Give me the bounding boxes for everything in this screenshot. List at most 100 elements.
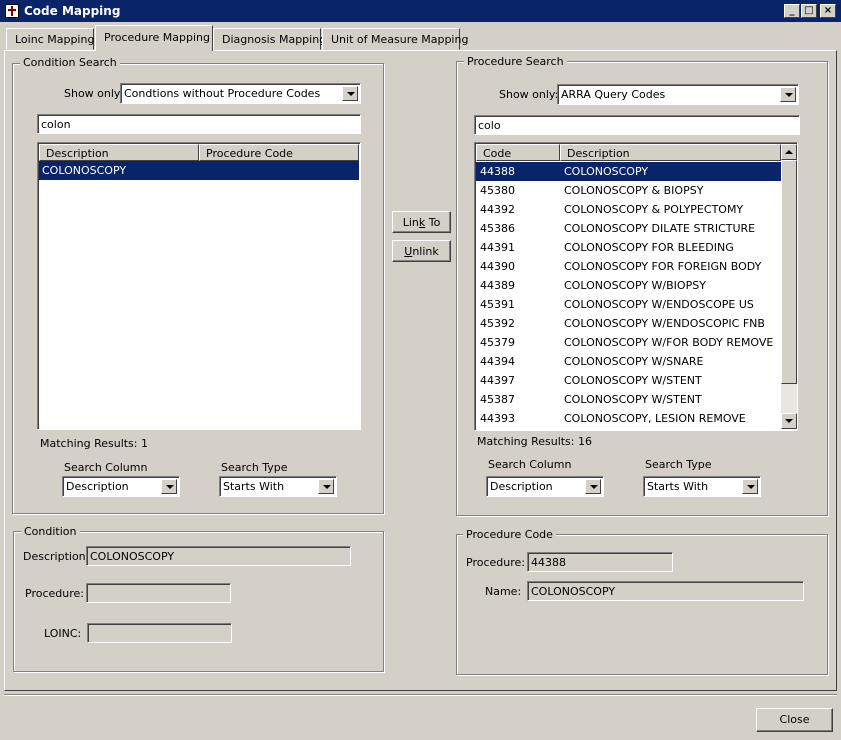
condition-description-field[interactable]: COLONOSCOPY [86, 546, 351, 566]
row-description: COLONOSCOPY W/ENDOSCOPIC FNB [564, 317, 765, 330]
condition-loinc-field[interactable] [87, 623, 232, 643]
row-description: COLONOSCOPY W/FOR BODY REMOVE [564, 336, 774, 349]
row-code: 45387 [480, 393, 515, 406]
condition-search-legend: Condition Search [20, 56, 120, 69]
tab-diagnosis-mapping[interactable]: Diagnosis Mapping [213, 28, 326, 50]
tab-procedure-mapping[interactable]: Procedure Mapping [95, 25, 213, 51]
tab-loinc-mapping[interactable]: Loinc Mapping [6, 28, 94, 50]
procedure-search-legend: Procedure Search [464, 55, 567, 68]
list-item[interactable]: 45380 COLONOSCOPY & BIOPSY [476, 181, 781, 200]
list-item[interactable]: 44391 COLONOSCOPY FOR BLEEDING [476, 238, 781, 257]
window-title: Code Mapping [24, 4, 121, 18]
procedure-search-input[interactable]: colo [474, 115, 800, 135]
list-item[interactable]: 44394 COLONOSCOPY W/SNARE [476, 352, 781, 371]
condition-procedure-field[interactable] [86, 583, 231, 603]
condition-search-column-label: Search Column [64, 461, 148, 474]
condition-search-column-select[interactable]: Description [62, 476, 180, 497]
row-description: COLONOSCOPY, LESION REMOVE [564, 412, 746, 425]
chevron-down-icon[interactable] [318, 479, 334, 494]
column-header-procedure-code[interactable]: Procedure Code [199, 144, 359, 161]
list-item[interactable]: 44392 COLONOSCOPY & POLYPECTOMY [476, 200, 781, 219]
scroll-down-arrow-icon [785, 419, 793, 423]
row-description: COLONOSCOPY & BIOPSY [564, 184, 704, 197]
minimize-icon: _ [789, 5, 795, 16]
procedure-search-type-value: Starts With [647, 480, 709, 493]
row-code: 44397 [480, 374, 515, 387]
list-item[interactable]: 44390 COLONOSCOPY FOR FOREIGN BODY [476, 257, 781, 276]
list-item[interactable]: 45379 COLONOSCOPY W/FOR BODY REMOVE [476, 333, 781, 352]
condition-show-only-select[interactable]: Condtions without Procedure Codes [120, 83, 361, 104]
condition-results-list[interactable]: Description Procedure Code COLONOSCOPY [37, 142, 361, 430]
list-item[interactable]: 45386 COLONOSCOPY DILATE STRICTURE [476, 219, 781, 238]
column-header-code[interactable]: Code [476, 144, 560, 161]
procedure-matching-results: Matching Results: 16 [477, 435, 592, 448]
list-item[interactable]: COLONOSCOPY [39, 161, 359, 180]
row-description: COLONOSCOPY FOR BLEEDING [564, 241, 734, 254]
vertical-scrollbar[interactable] [781, 144, 797, 429]
scroll-thumb[interactable] [781, 160, 797, 384]
procedure-code-procedure-label: Procedure: [466, 556, 525, 569]
close-button[interactable]: Close [756, 708, 833, 732]
link-to-label-pre: Lin [402, 216, 419, 229]
close-window-button[interactable]: × [820, 4, 836, 18]
list-item[interactable]: 45392 COLONOSCOPY W/ENDOSCOPIC FNB [476, 314, 781, 333]
list-item[interactable]: 45387 COLONOSCOPY W/STENT [476, 390, 781, 409]
scroll-up-arrow-icon [785, 150, 793, 154]
footer-divider-highlight [4, 695, 837, 696]
row-code: 44388 [480, 165, 515, 178]
list-item[interactable]: 44393 COLONOSCOPY, LESION REMOVE [476, 409, 781, 428]
procedure-code-procedure-field[interactable]: 44388 [527, 552, 673, 572]
row-description: COLONOSCOPY W/BIOPSY [564, 279, 706, 292]
link-to-button[interactable]: Link To [392, 211, 451, 233]
list-item[interactable]: 45391 COLONOSCOPY W/ENDOSCOPE US [476, 295, 781, 314]
maximize-button[interactable]: □ [801, 4, 817, 18]
row-code: 45380 [480, 184, 515, 197]
row-code: 45392 [480, 317, 515, 330]
list-item[interactable]: 44397 COLONOSCOPY W/STENT [476, 371, 781, 390]
condition-loinc-label: LOINC: [44, 627, 82, 640]
condition-search-type-select[interactable]: Starts With [219, 476, 337, 497]
row-description: COLONOSCOPY W/ENDOSCOPE US [564, 298, 754, 311]
chevron-down-icon[interactable] [742, 479, 758, 494]
procedure-show-only-select[interactable]: ARRA Query Codes [557, 84, 799, 105]
minimize-button[interactable]: _ [784, 4, 800, 18]
procedure-code-legend: Procedure Code [463, 528, 556, 541]
condition-search-column-value: Description [66, 480, 129, 493]
condition-legend: Condition [21, 525, 80, 538]
row-code: 44393 [480, 412, 515, 425]
procedure-search-column-label: Search Column [488, 458, 572, 471]
close-icon: × [823, 5, 833, 16]
row-description: COLONOSCOPY [42, 164, 127, 177]
condition-show-only-label: Show only: [64, 87, 124, 100]
column-header-description[interactable]: Description [39, 144, 199, 161]
row-description: COLONOSCOPY W/STENT [564, 393, 702, 406]
scroll-up-button[interactable] [781, 144, 797, 160]
list-item[interactable]: 44388 COLONOSCOPY [476, 162, 781, 181]
chevron-down-icon[interactable] [161, 479, 177, 494]
row-description: COLONOSCOPY [564, 165, 649, 178]
unlink-button[interactable]: Unlink [392, 240, 451, 262]
tab-unit-of-measure-mapping[interactable]: Unit of Measure Mapping [322, 28, 468, 50]
chevron-down-icon[interactable] [780, 87, 796, 102]
column-header-description[interactable]: Description [560, 144, 781, 161]
condition-show-only-value: Condtions without Procedure Codes [124, 87, 321, 100]
procedure-code-name-field[interactable]: COLONOSCOPY [527, 581, 804, 601]
condition-search-input[interactable]: colon [37, 114, 361, 134]
chevron-down-icon[interactable] [342, 86, 358, 101]
row-code: 45379 [480, 336, 515, 349]
scroll-down-button[interactable] [781, 413, 797, 429]
condition-search-type-value: Starts With [223, 480, 285, 493]
row-description: COLONOSCOPY DILATE STRICTURE [564, 222, 756, 235]
chevron-down-icon[interactable] [585, 479, 601, 494]
procedure-show-only-value: ARRA Query Codes [561, 88, 666, 101]
procedure-search-type-select[interactable]: Starts With [643, 476, 761, 497]
condition-procedure-label: Procedure: [25, 587, 84, 600]
row-description: COLONOSCOPY W/STENT [564, 374, 702, 387]
row-description: COLONOSCOPY & POLYPECTOMY [564, 203, 744, 216]
procedure-code-name-label: Name: [485, 585, 522, 598]
procedure-search-column-select[interactable]: Description [486, 476, 604, 497]
list-item[interactable]: 44389 COLONOSCOPY W/BIOPSY [476, 276, 781, 295]
procedure-results-list[interactable]: Code Description 44388 COLONOSCOPY 45380 CO… [474, 142, 798, 431]
row-code: 44390 [480, 260, 515, 273]
procedure-show-only-label: Show only: [499, 88, 559, 101]
